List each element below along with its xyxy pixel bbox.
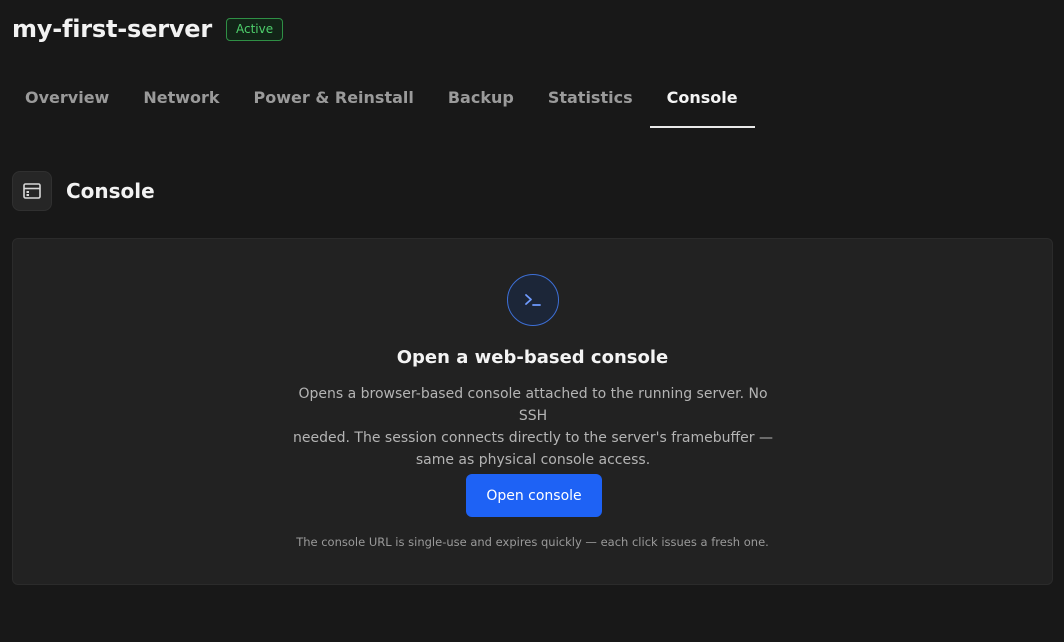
- tab-statistics[interactable]: Statistics: [531, 70, 650, 128]
- section-title: Console: [66, 179, 155, 203]
- section-header: Console: [12, 171, 155, 211]
- open-console-button[interactable]: Open console: [466, 474, 602, 517]
- tab-console[interactable]: Console: [649, 70, 755, 128]
- browser-window-icon: [12, 171, 52, 211]
- server-header: my-first-server Active: [12, 12, 284, 46]
- console-url-note: The console URL is single-use and expire…: [296, 535, 769, 549]
- panel-title: Open a web-based console: [396, 347, 669, 368]
- panel-description: Opens a browser-based console attached t…: [283, 383, 783, 471]
- tab-overview[interactable]: Overview: [8, 70, 126, 128]
- description-line: needed. The session connects directly to…: [293, 430, 773, 446]
- terminal-prompt-icon: [507, 274, 559, 326]
- tab-network[interactable]: Network: [126, 70, 236, 128]
- description-line: Opens a browser-based console attached t…: [298, 386, 768, 424]
- tab-bar: Overview Network Power & Reinstall Backu…: [8, 70, 755, 128]
- tab-power-reinstall[interactable]: Power & Reinstall: [237, 70, 431, 128]
- description-line: same as physical console access.: [415, 452, 651, 468]
- console-panel: Open a web-based console Opens a browser…: [12, 238, 1053, 585]
- server-name: my-first-server: [12, 15, 212, 43]
- status-badge: Active: [226, 17, 284, 41]
- tab-backup[interactable]: Backup: [431, 70, 531, 128]
